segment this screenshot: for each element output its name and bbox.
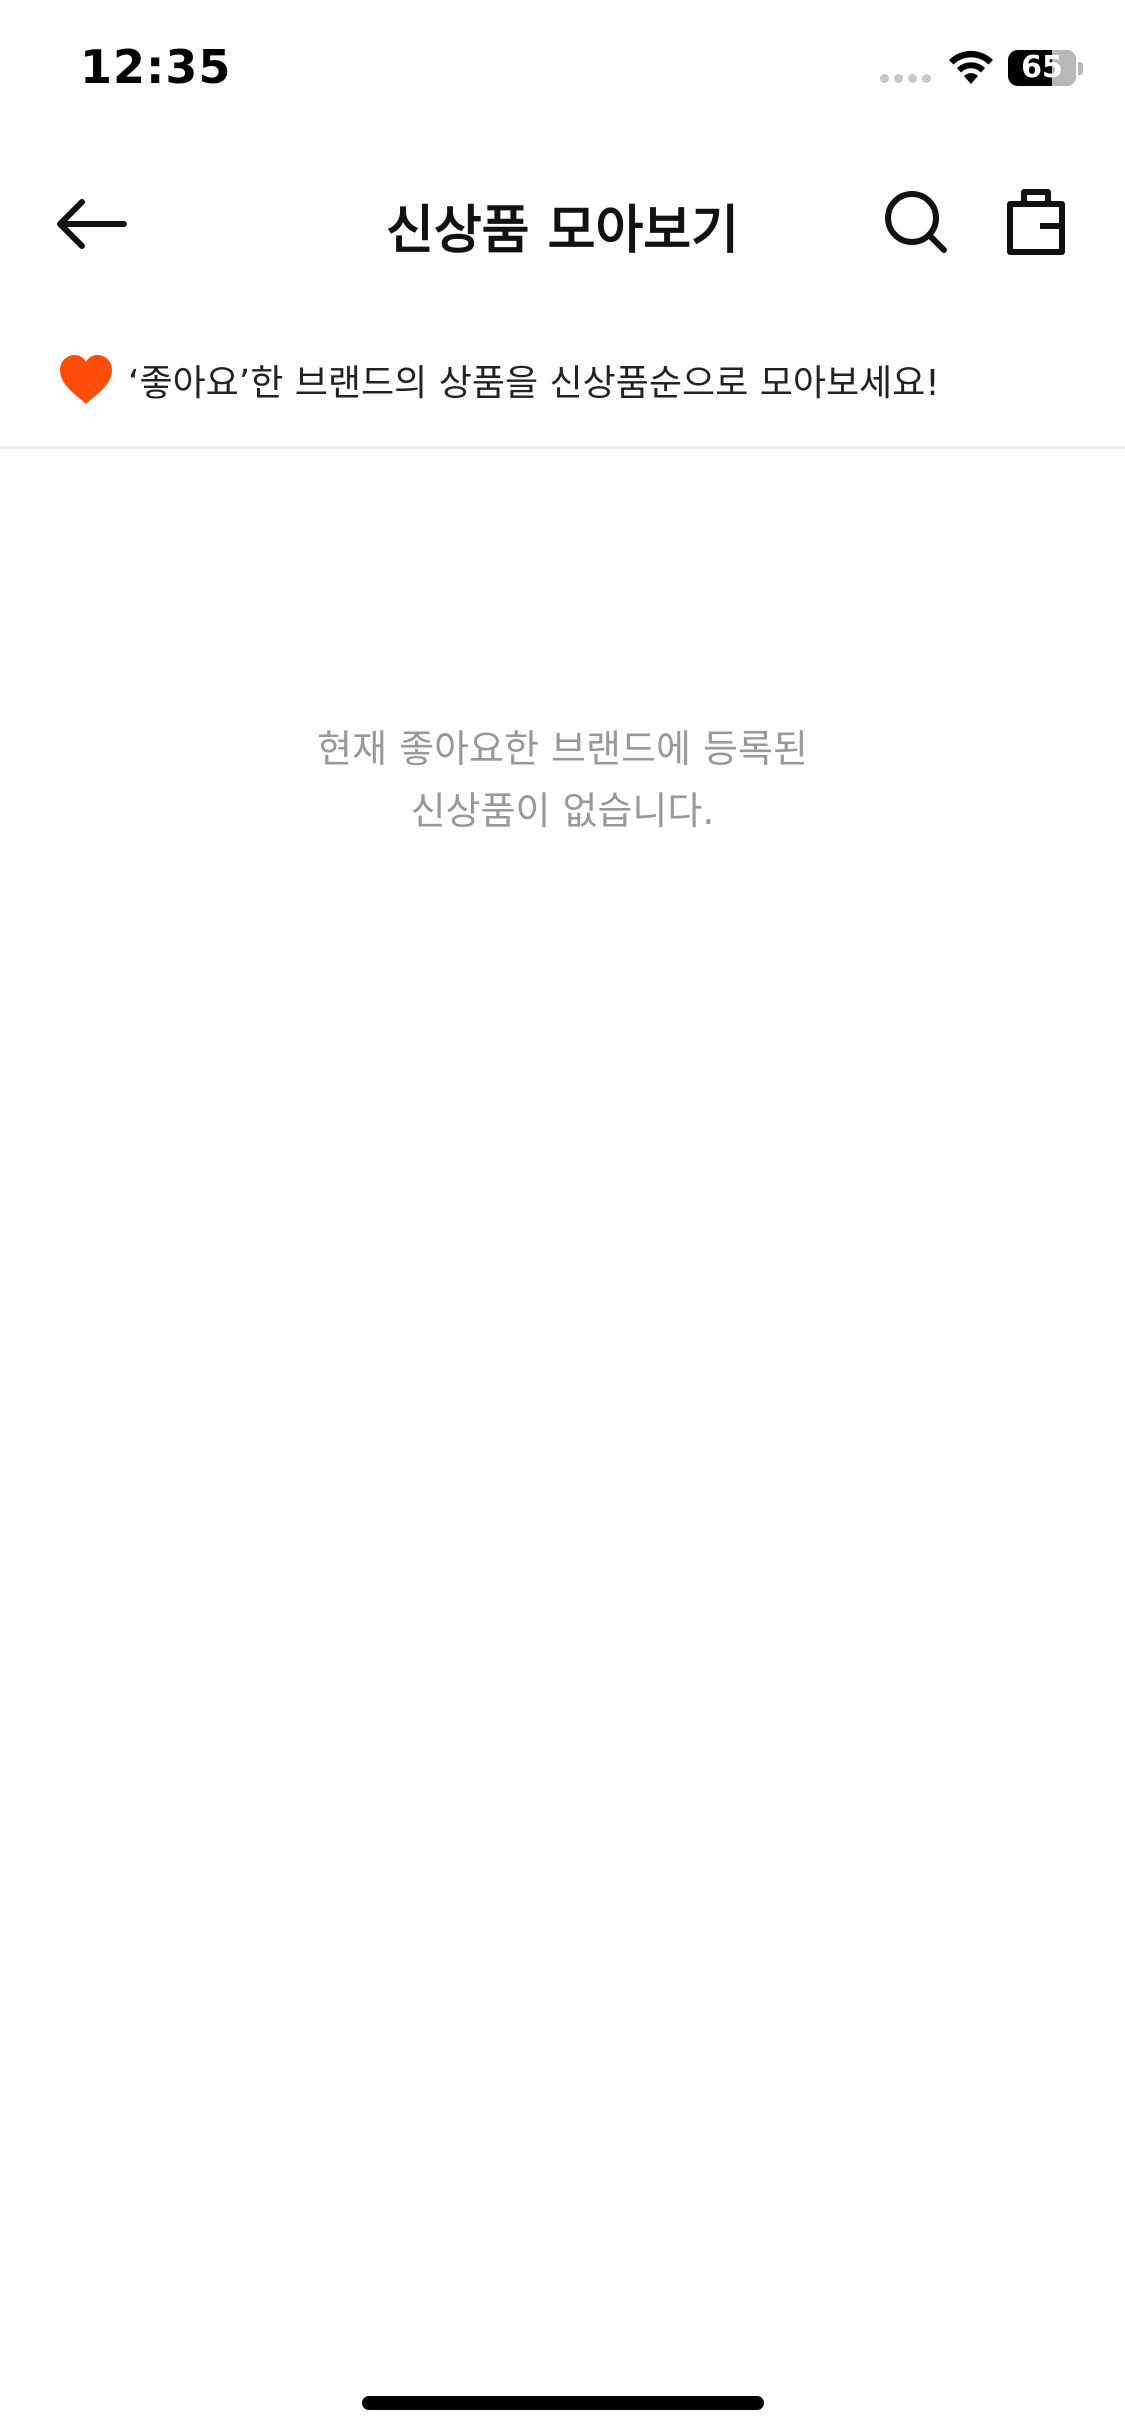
home-indicator[interactable] xyxy=(362,2396,764,2410)
signal-dots-icon xyxy=(880,74,931,83)
battery-cap xyxy=(1078,62,1083,75)
info-banner: ‘좋아요’한 브랜드의 상품을 신상품순으로 모아보세요! xyxy=(0,340,1125,449)
status-time: 12:35 xyxy=(80,40,232,94)
battery-level: 65 xyxy=(1021,50,1063,85)
heart-icon xyxy=(60,355,112,404)
nav-bar: 신상품 모아보기 xyxy=(0,160,1125,280)
banner-text: ‘좋아요’한 브랜드의 상품을 신상품순으로 모아보세요! xyxy=(128,363,940,404)
battery-icon: 65 xyxy=(1008,50,1076,86)
page-title: 신상품 모아보기 xyxy=(386,201,739,261)
empty-state-line-2: 신상품이 없습니다. xyxy=(410,789,715,833)
search-icon xyxy=(885,191,947,253)
shopping-bag-icon xyxy=(1007,189,1065,255)
search-button[interactable] xyxy=(876,180,956,260)
shopping-bag-button[interactable] xyxy=(996,180,1076,260)
wifi-icon xyxy=(949,50,993,84)
empty-state-line-1: 현재 좋아요한 브랜드에 등록된 xyxy=(317,727,808,771)
status-bar: 12:35 65 xyxy=(0,0,1125,140)
empty-state-message: 현재 좋아요한 브랜드에 등록된 신상품이 없습니다. xyxy=(0,718,1125,842)
